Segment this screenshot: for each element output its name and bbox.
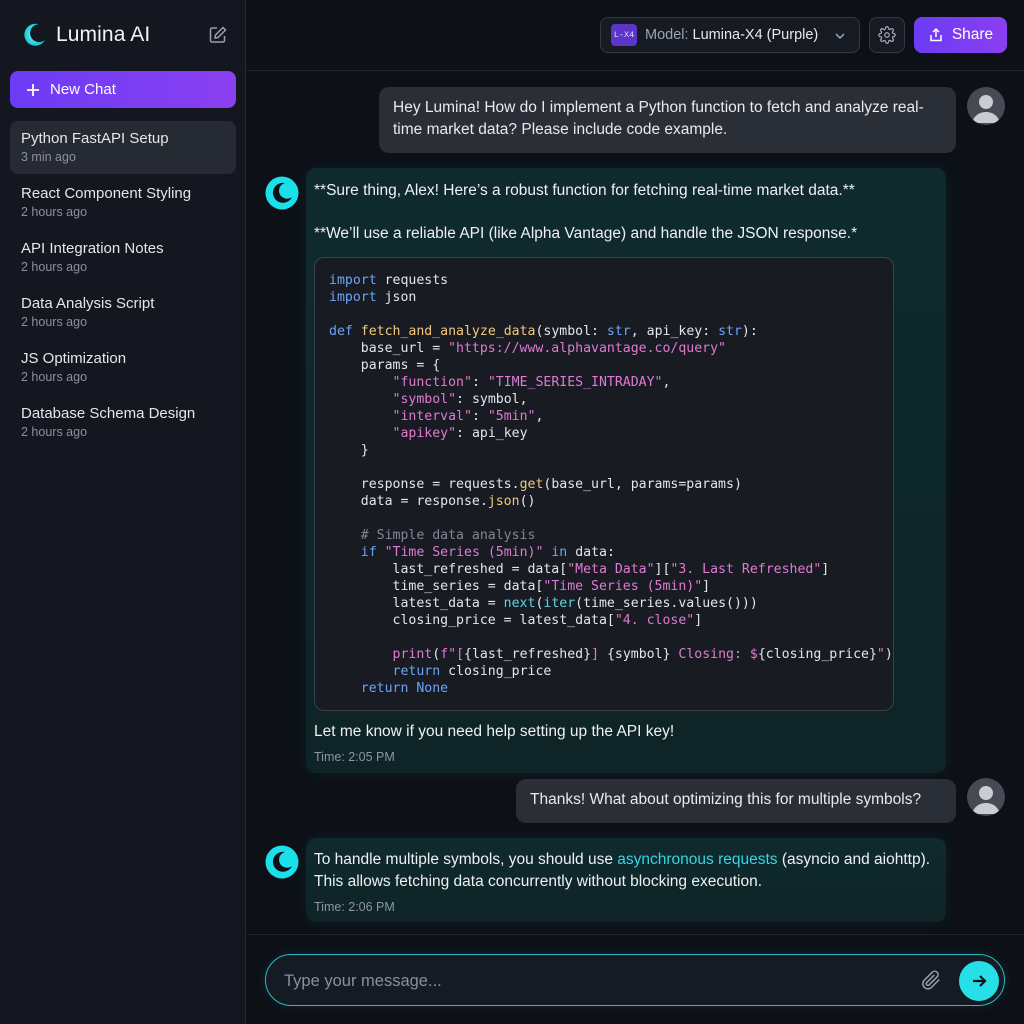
ai-message-text: To handle multiple symbols, you should u… — [314, 849, 934, 893]
user-message: Hey Lumina! How do I implement a Python … — [379, 87, 956, 153]
chat-history-item[interactable]: React Component Styling 2 hours ago — [10, 176, 236, 229]
share-label: Share — [951, 26, 994, 43]
composer-divider — [247, 934, 1024, 935]
chat-title: React Component Styling — [21, 185, 192, 202]
chat-time: 2 hours ago — [21, 425, 88, 439]
user-message-text: Thanks! What about optimizing this for m… — [530, 791, 922, 808]
chat-title: Python FastAPI Setup — [21, 130, 169, 147]
model-prefix: Model: — [645, 27, 689, 43]
arrow-right-icon — [973, 975, 987, 987]
ai-avatar-icon — [265, 176, 299, 210]
chat-title: JS Optimization — [21, 350, 127, 367]
new-chat-label: New Chat — [50, 81, 116, 98]
plus-icon — [27, 83, 39, 96]
chat-history-list: Python FastAPI Setup 3 min ago React Com… — [10, 121, 236, 451]
chat-history-item[interactable]: JS Optimization 2 hours ago — [10, 341, 236, 394]
user-avatar — [967, 778, 1005, 816]
chat-title: Database Schema Design — [21, 405, 196, 422]
ai-message: **Sure thing, Alex! Here’s a robust func… — [306, 168, 946, 773]
ai-message: To handle multiple symbols, you should u… — [306, 838, 946, 922]
chat-history-item[interactable]: Data Analysis Script 2 hours ago — [10, 286, 236, 339]
share-button[interactable]: Share — [914, 17, 1007, 53]
user-message: Thanks! What about optimizing this for m… — [516, 779, 956, 823]
gear-icon — [878, 26, 896, 44]
settings-button[interactable] — [869, 17, 905, 53]
model-badge-icon: L-X4 — [611, 24, 637, 46]
message-input[interactable] — [284, 968, 904, 994]
chat-time: 2 hours ago — [21, 260, 88, 274]
ai-avatar-icon — [265, 845, 299, 879]
crescent-moon-logo-icon — [24, 23, 45, 46]
app-name: Lumina AI — [56, 23, 151, 46]
chat-time: 2 hours ago — [21, 205, 88, 219]
chat-time: 2 hours ago — [21, 315, 88, 329]
chat-title: Data Analysis Script — [21, 295, 155, 312]
sidebar: Lumina AI New Chat Python FastAPI Setup … — [0, 0, 246, 1024]
send-button[interactable] — [959, 961, 999, 1001]
user-avatar — [967, 87, 1005, 125]
user-message-text: Hey Lumina! How do I implement a Python … — [393, 99, 924, 138]
ai-text-before: To handle multiple symbols, you should u… — [314, 851, 618, 868]
paperclip-icon[interactable] — [920, 969, 942, 991]
ai-message-intro-2: **We’ll use a reliable API (like Alpha V… — [314, 225, 858, 242]
chat-time: 3 min ago — [21, 150, 76, 164]
chat-history-item[interactable]: API Integration Notes 2 hours ago — [10, 231, 236, 284]
share-icon — [930, 27, 942, 42]
user-avatar-icon — [972, 95, 1000, 123]
message-time: Time: 2:05 PM — [314, 750, 395, 764]
model-selector[interactable]: L-X4 Model: Lumina-X4 (Purple) — [600, 17, 860, 53]
code-block[interactable]: import requests import json def fetch_an… — [314, 257, 894, 711]
chevron-down-icon — [835, 33, 845, 40]
message-composer — [265, 954, 1005, 1006]
chat-history-item[interactable]: Python FastAPI Setup 3 min ago — [10, 121, 236, 174]
user-avatar-icon — [972, 786, 1000, 814]
ai-message-outro: Let me know if you need help setting up … — [314, 723, 675, 740]
message-time: Time: 2:06 PM — [314, 900, 395, 914]
brand: Lumina AI — [20, 20, 150, 50]
model-name: Lumina-X4 (Purple) — [692, 27, 819, 43]
new-chat-button[interactable]: New Chat — [10, 71, 236, 108]
code-content: import requests import json def fetch_an… — [329, 273, 893, 696]
highlight-link[interactable]: asynchronous requests — [617, 851, 777, 868]
top-bar: L-X4 Model: Lumina-X4 (Purple) Share — [247, 0, 1024, 71]
chat-title: API Integration Notes — [21, 240, 164, 257]
new-chat-edit-icon[interactable] — [208, 25, 228, 45]
chat-history-item[interactable]: Database Schema Design 2 hours ago — [10, 396, 236, 449]
chat-time: 2 hours ago — [21, 370, 88, 384]
ai-message-intro: **Sure thing, Alex! Here’s a robust func… — [314, 182, 855, 199]
